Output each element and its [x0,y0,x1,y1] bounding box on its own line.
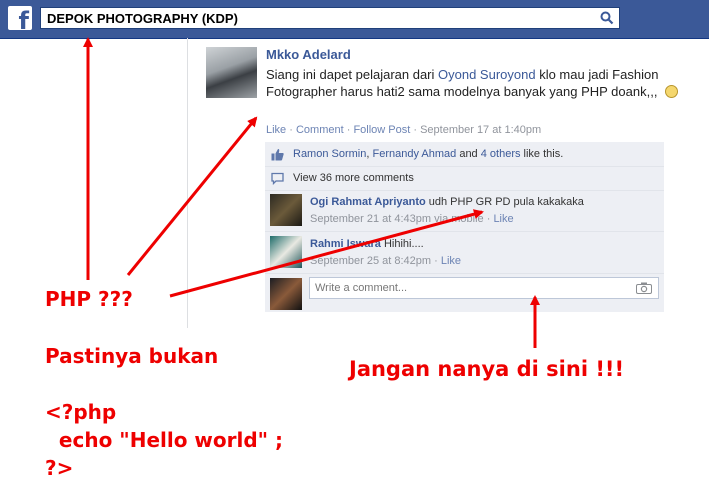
annotation-arrow [126,116,258,276]
annotation-php: PHP ??? [45,287,133,311]
annotation-jangan: Jangan nanya di sini !!! [349,357,625,381]
annotation-code: <?php echo "Hello world" ; ?> [45,400,284,480]
annotation-arrow [169,209,484,298]
annotation-pastinya: Pastinya bukan [45,344,219,368]
